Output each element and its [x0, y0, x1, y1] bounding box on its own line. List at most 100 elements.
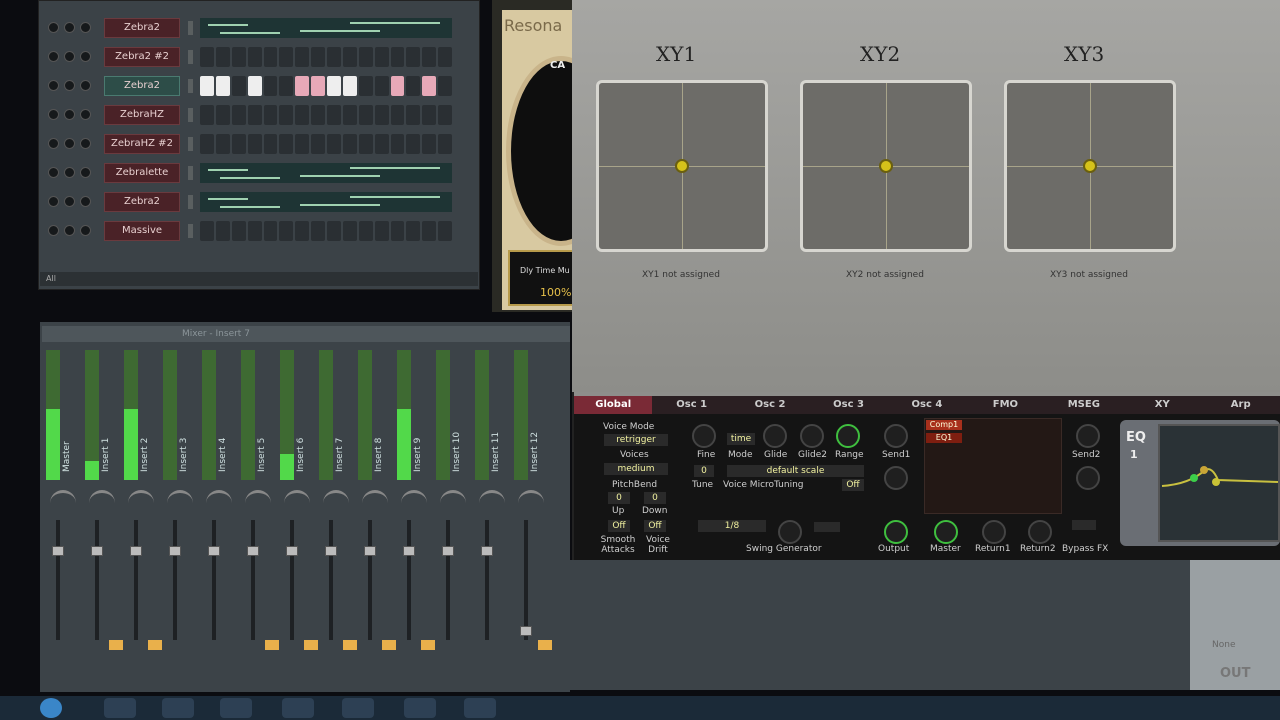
step-button[interactable] [247, 76, 262, 96]
step-button[interactable] [422, 134, 437, 154]
step-button[interactable] [342, 105, 357, 125]
step-button[interactable] [231, 134, 246, 154]
channel-select-led[interactable] [188, 166, 193, 180]
step-button[interactable] [247, 134, 262, 154]
volume-fader-track[interactable] [524, 520, 528, 640]
step-button[interactable] [200, 105, 214, 125]
ie-icon[interactable] [104, 698, 136, 718]
volume-knob[interactable] [80, 51, 91, 62]
tune-value[interactable]: 0 [694, 465, 714, 477]
step-button[interactable] [200, 134, 214, 154]
xy-pad[interactable] [1004, 80, 1176, 252]
pan-knob[interactable] [64, 51, 75, 62]
fx-indicator[interactable] [265, 640, 279, 650]
step-button[interactable] [374, 134, 389, 154]
step-button[interactable] [374, 47, 389, 67]
channel-name-button[interactable]: Zebralette [104, 163, 180, 183]
tab-xy[interactable]: XY [1123, 396, 1201, 414]
step-button[interactable] [311, 76, 325, 96]
step-button[interactable] [390, 221, 405, 241]
swing-knob[interactable] [778, 520, 802, 544]
step-button[interactable] [279, 221, 294, 241]
step-button[interactable] [279, 105, 294, 125]
step-button[interactable] [390, 134, 405, 154]
step-button[interactable] [358, 105, 373, 125]
step-button[interactable] [406, 134, 421, 154]
volume-fader-handle[interactable] [130, 546, 142, 556]
volume-fader-handle[interactable] [481, 546, 493, 556]
fx-indicator[interactable] [421, 640, 435, 650]
step-button[interactable] [231, 47, 246, 67]
swing-rate[interactable]: 1/8 [698, 520, 766, 532]
volume-fader-track[interactable] [446, 520, 450, 640]
step-button[interactable] [438, 134, 452, 154]
xy-handle[interactable] [675, 159, 689, 173]
step-button[interactable] [263, 134, 278, 154]
step-button[interactable] [215, 105, 230, 125]
step-button[interactable] [422, 221, 437, 241]
channel-select-led[interactable] [188, 79, 193, 93]
pan-knob[interactable] [64, 22, 75, 33]
mute-button[interactable] [48, 80, 59, 91]
step-button[interactable] [422, 105, 437, 125]
step-button[interactable] [390, 76, 405, 96]
channel-select-led[interactable] [188, 137, 193, 151]
app-icon[interactable] [220, 698, 252, 718]
fx-indicator[interactable] [148, 640, 162, 650]
step-button[interactable] [311, 221, 325, 241]
channel-select-led[interactable] [188, 224, 193, 238]
mute-button[interactable] [48, 196, 59, 207]
volume-fader-track[interactable] [407, 520, 411, 640]
step-button[interactable] [215, 221, 230, 241]
step-button[interactable] [390, 47, 405, 67]
master-knob[interactable] [934, 520, 958, 544]
step-button[interactable] [342, 221, 357, 241]
volume-fader-handle[interactable] [520, 626, 532, 636]
step-button[interactable] [358, 76, 373, 96]
step-button[interactable] [215, 47, 230, 67]
step-button[interactable] [311, 105, 325, 125]
piano-roll-preview[interactable] [200, 192, 452, 212]
step-button[interactable] [247, 47, 262, 67]
pan-knob[interactable] [64, 138, 75, 149]
rack-filter[interactable]: All [40, 272, 478, 286]
swing-switch[interactable] [814, 522, 840, 532]
mode-select[interactable]: time [727, 433, 755, 445]
fx-indicator[interactable] [538, 640, 552, 650]
volume-fader-handle[interactable] [325, 546, 337, 556]
step-button[interactable] [374, 105, 389, 125]
volume-fader-track[interactable] [290, 520, 294, 640]
volume-fader-handle[interactable] [364, 546, 376, 556]
firefox-icon[interactable] [282, 698, 314, 718]
voices-select[interactable]: medium [604, 463, 668, 475]
fx-slot-comp[interactable]: Comp1 [926, 420, 962, 430]
send2-knob[interactable] [1076, 424, 1100, 448]
step-button[interactable] [327, 221, 341, 241]
step-button[interactable] [215, 76, 230, 96]
volume-fader-track[interactable] [485, 520, 489, 640]
step-button[interactable] [231, 221, 246, 241]
volume-fader-track[interactable] [368, 520, 372, 640]
step-button[interactable] [263, 47, 278, 67]
volume-fader-handle[interactable] [247, 546, 259, 556]
piano-roll-preview[interactable] [200, 18, 452, 38]
tab-osc-3[interactable]: Osc 3 [809, 396, 887, 414]
channel-select-led[interactable] [188, 50, 193, 64]
step-button[interactable] [358, 134, 373, 154]
step-button[interactable] [342, 134, 357, 154]
step-button[interactable] [295, 47, 310, 67]
fx-indicator[interactable] [304, 640, 318, 650]
volume-knob[interactable] [80, 167, 91, 178]
volume-knob[interactable] [80, 80, 91, 91]
step-button[interactable] [311, 47, 325, 67]
step-button[interactable] [374, 221, 389, 241]
step-button[interactable] [406, 76, 421, 96]
volume-fader-track[interactable] [134, 520, 138, 640]
step-button[interactable] [327, 47, 341, 67]
step-button[interactable] [279, 47, 294, 67]
fx-indicator[interactable] [109, 640, 123, 650]
tab-osc-2[interactable]: Osc 2 [731, 396, 809, 414]
step-button[interactable] [438, 105, 452, 125]
xy-handle[interactable] [1083, 159, 1097, 173]
xy-pad[interactable] [800, 80, 972, 252]
